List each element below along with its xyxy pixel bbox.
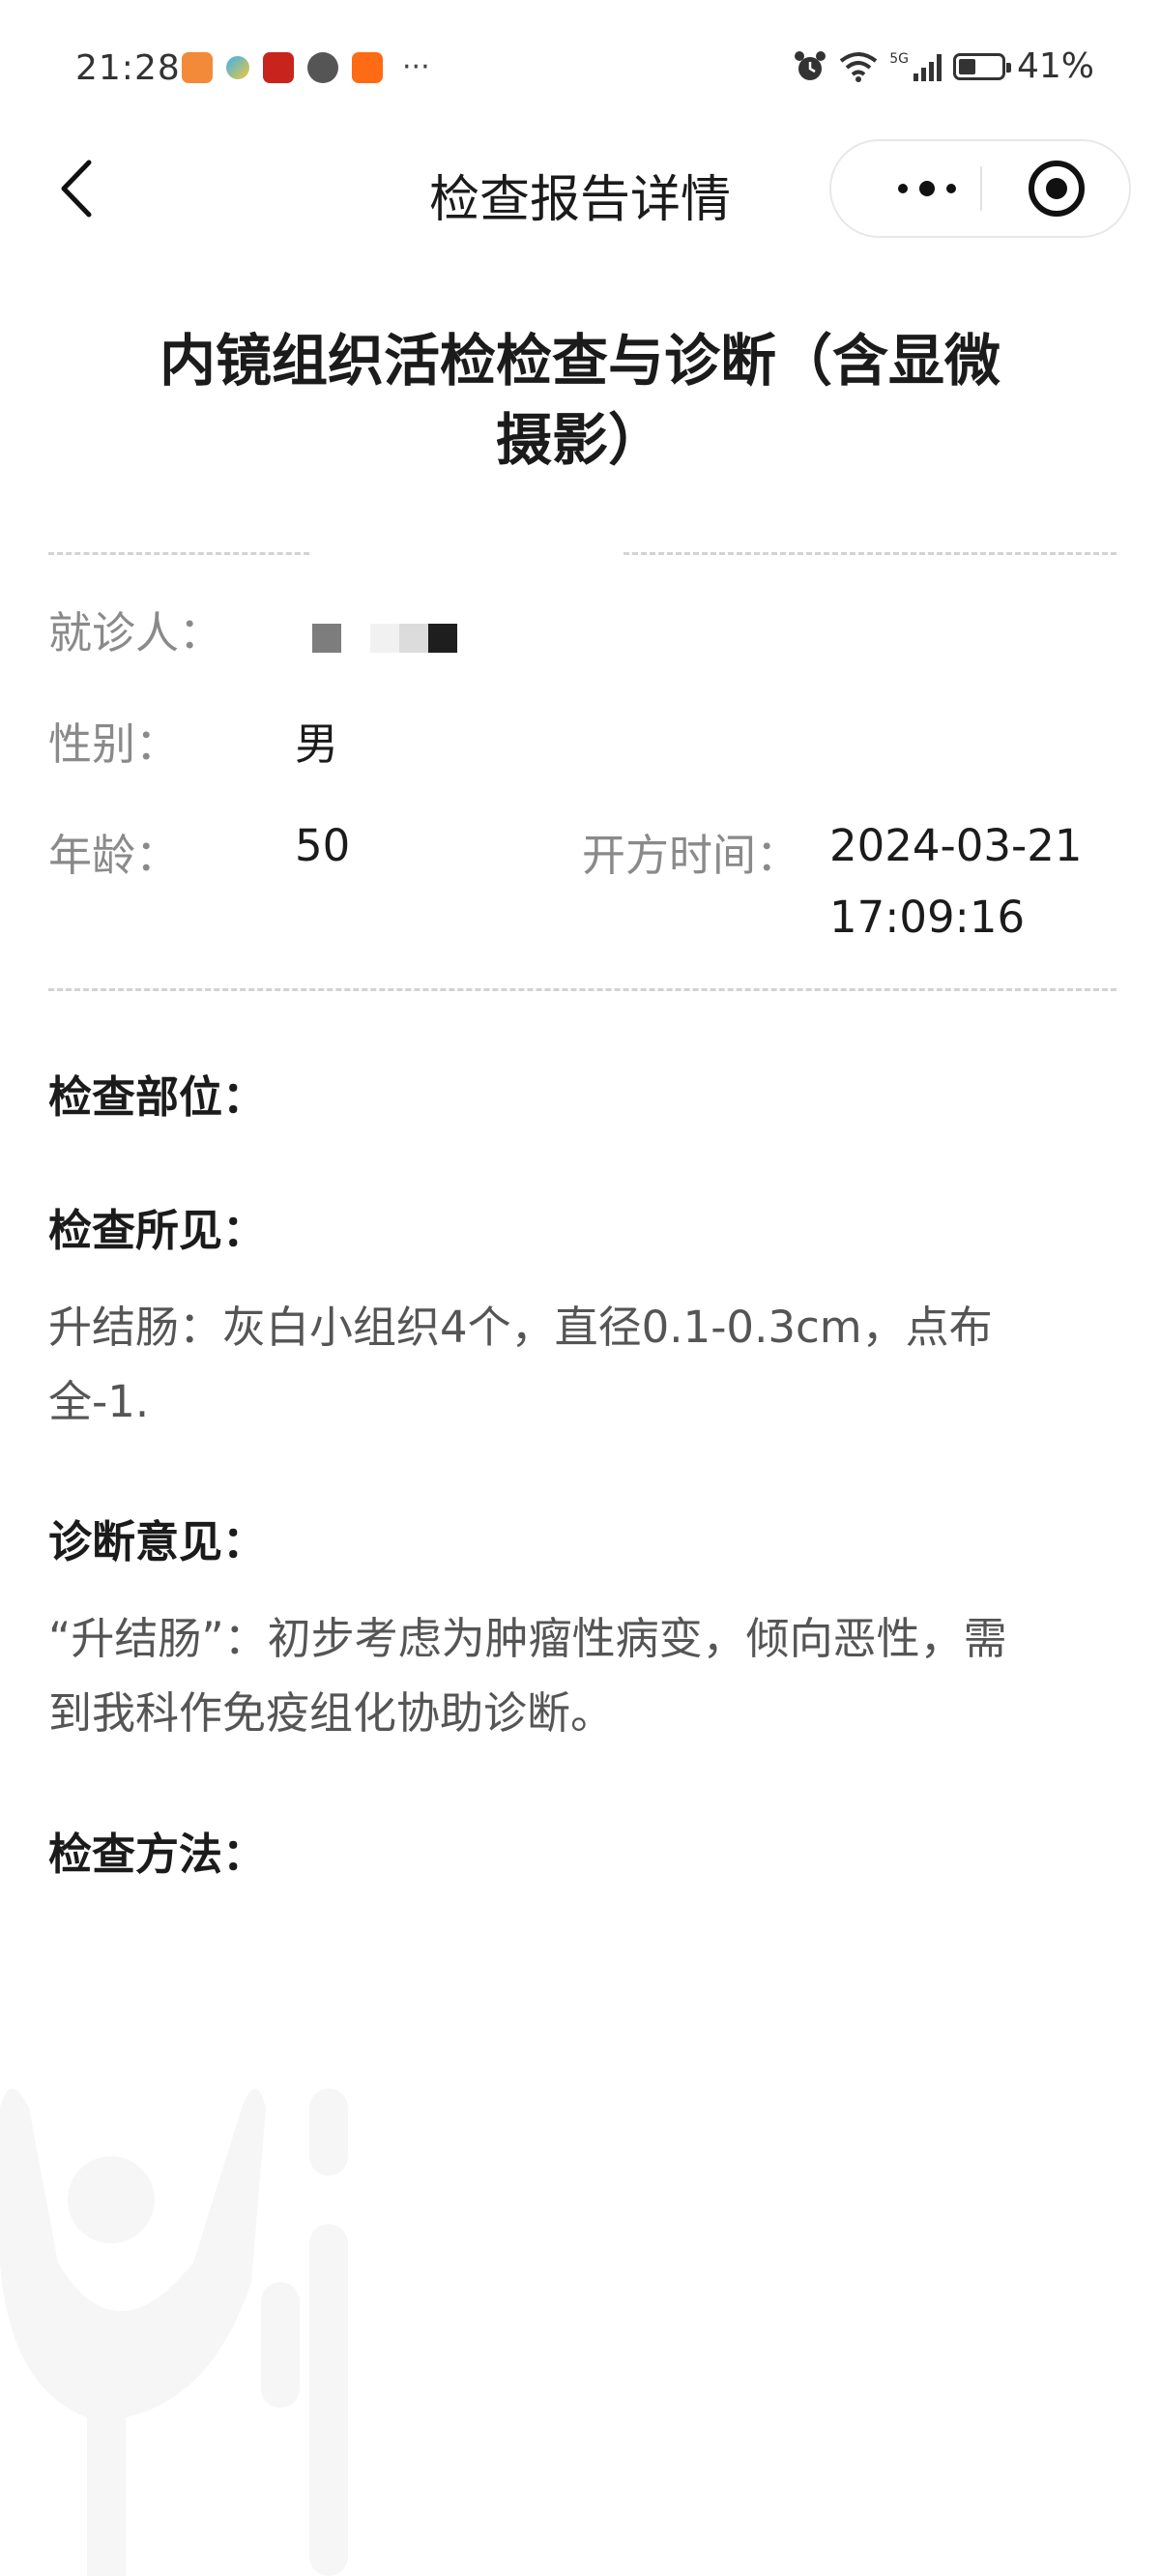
diagnosis-text: “升结肠”：初步考虑为肿瘤性病变，倾向恶性，需 到我科作免疫组化协助诊断。: [48, 1601, 1112, 1750]
report-title-line1: 内镜组织活检检查与诊断（含显微: [159, 328, 1000, 394]
divider-top-right: [624, 552, 1116, 555]
findings-heading: 检查所见：: [48, 1205, 267, 1256]
shopping-app-icon: [182, 51, 213, 83]
gender-label: 性别：: [48, 718, 180, 770]
map-app-icon: [226, 55, 249, 79]
prescription-date-value: 2024-03-21: [829, 820, 1083, 871]
exam-method-heading: 检查方法：: [48, 1829, 267, 1880]
signal-5g-icon: 5G: [889, 52, 942, 81]
patient-label: 就诊人：: [48, 607, 223, 659]
divider-info: [48, 988, 1116, 991]
capsule-divider: [980, 166, 982, 211]
news-app-icon: [263, 51, 294, 83]
report-title: 内镜组织活检检查与诊断（含显微 摄影）: [97, 321, 1063, 480]
dot-icon: [919, 181, 935, 196]
diagnosis-line2: 到我科作免疫组化协助诊断。: [48, 1687, 615, 1739]
dot-icon: [898, 184, 908, 193]
patient-name-redacted: [312, 624, 457, 653]
hospital-watermark-logo: [0, 2089, 348, 2576]
wifi-icon: [839, 51, 878, 82]
prescription-time-label: 开方时间：: [582, 830, 800, 881]
diagnosis-heading: 诊断意见：: [48, 1516, 267, 1567]
nav-bar: 检查报告详情: [0, 135, 1160, 242]
gender-value: 男: [295, 718, 339, 770]
status-bar: 21:28 ··· 5G 41%: [0, 0, 1160, 145]
more-options-button[interactable]: [874, 141, 980, 236]
system-status: 5G 41%: [793, 46, 1094, 86]
battery-percent: 41%: [1016, 46, 1094, 86]
close-miniprogram-icon[interactable]: [1025, 157, 1088, 220]
exam-site-heading: 检查部位：: [48, 1071, 267, 1123]
battery-icon: [952, 52, 1011, 80]
report-title-line2: 摄影）: [495, 407, 664, 473]
alarm-icon: [795, 50, 826, 80]
prescription-clock-value: 17:09:16: [829, 892, 1026, 943]
mini-program-capsule: [829, 139, 1131, 238]
notification-icons: ···: [182, 50, 430, 84]
age-value: 50: [295, 820, 351, 871]
status-time: 21:28: [75, 48, 181, 88]
divider-top-left: [48, 552, 309, 555]
findings-line2: 全-1.: [48, 1376, 150, 1427]
diagnosis-line1: “升结肠”：初步考虑为肿瘤性病变，倾向恶性，需: [48, 1613, 1007, 1664]
taobao-icon: [352, 51, 383, 83]
dot-icon: [946, 184, 956, 193]
age-label: 年龄：: [48, 830, 180, 881]
more-notifications-icon: ···: [402, 50, 430, 84]
findings-line1: 升结肠：灰白小组织4个，直径0.1-0.3cm，点布: [48, 1302, 993, 1353]
findings-text: 升结肠：灰白小组织4个，直径0.1-0.3cm，点布 全-1.: [48, 1290, 1112, 1439]
wechat-icon: [307, 51, 338, 83]
